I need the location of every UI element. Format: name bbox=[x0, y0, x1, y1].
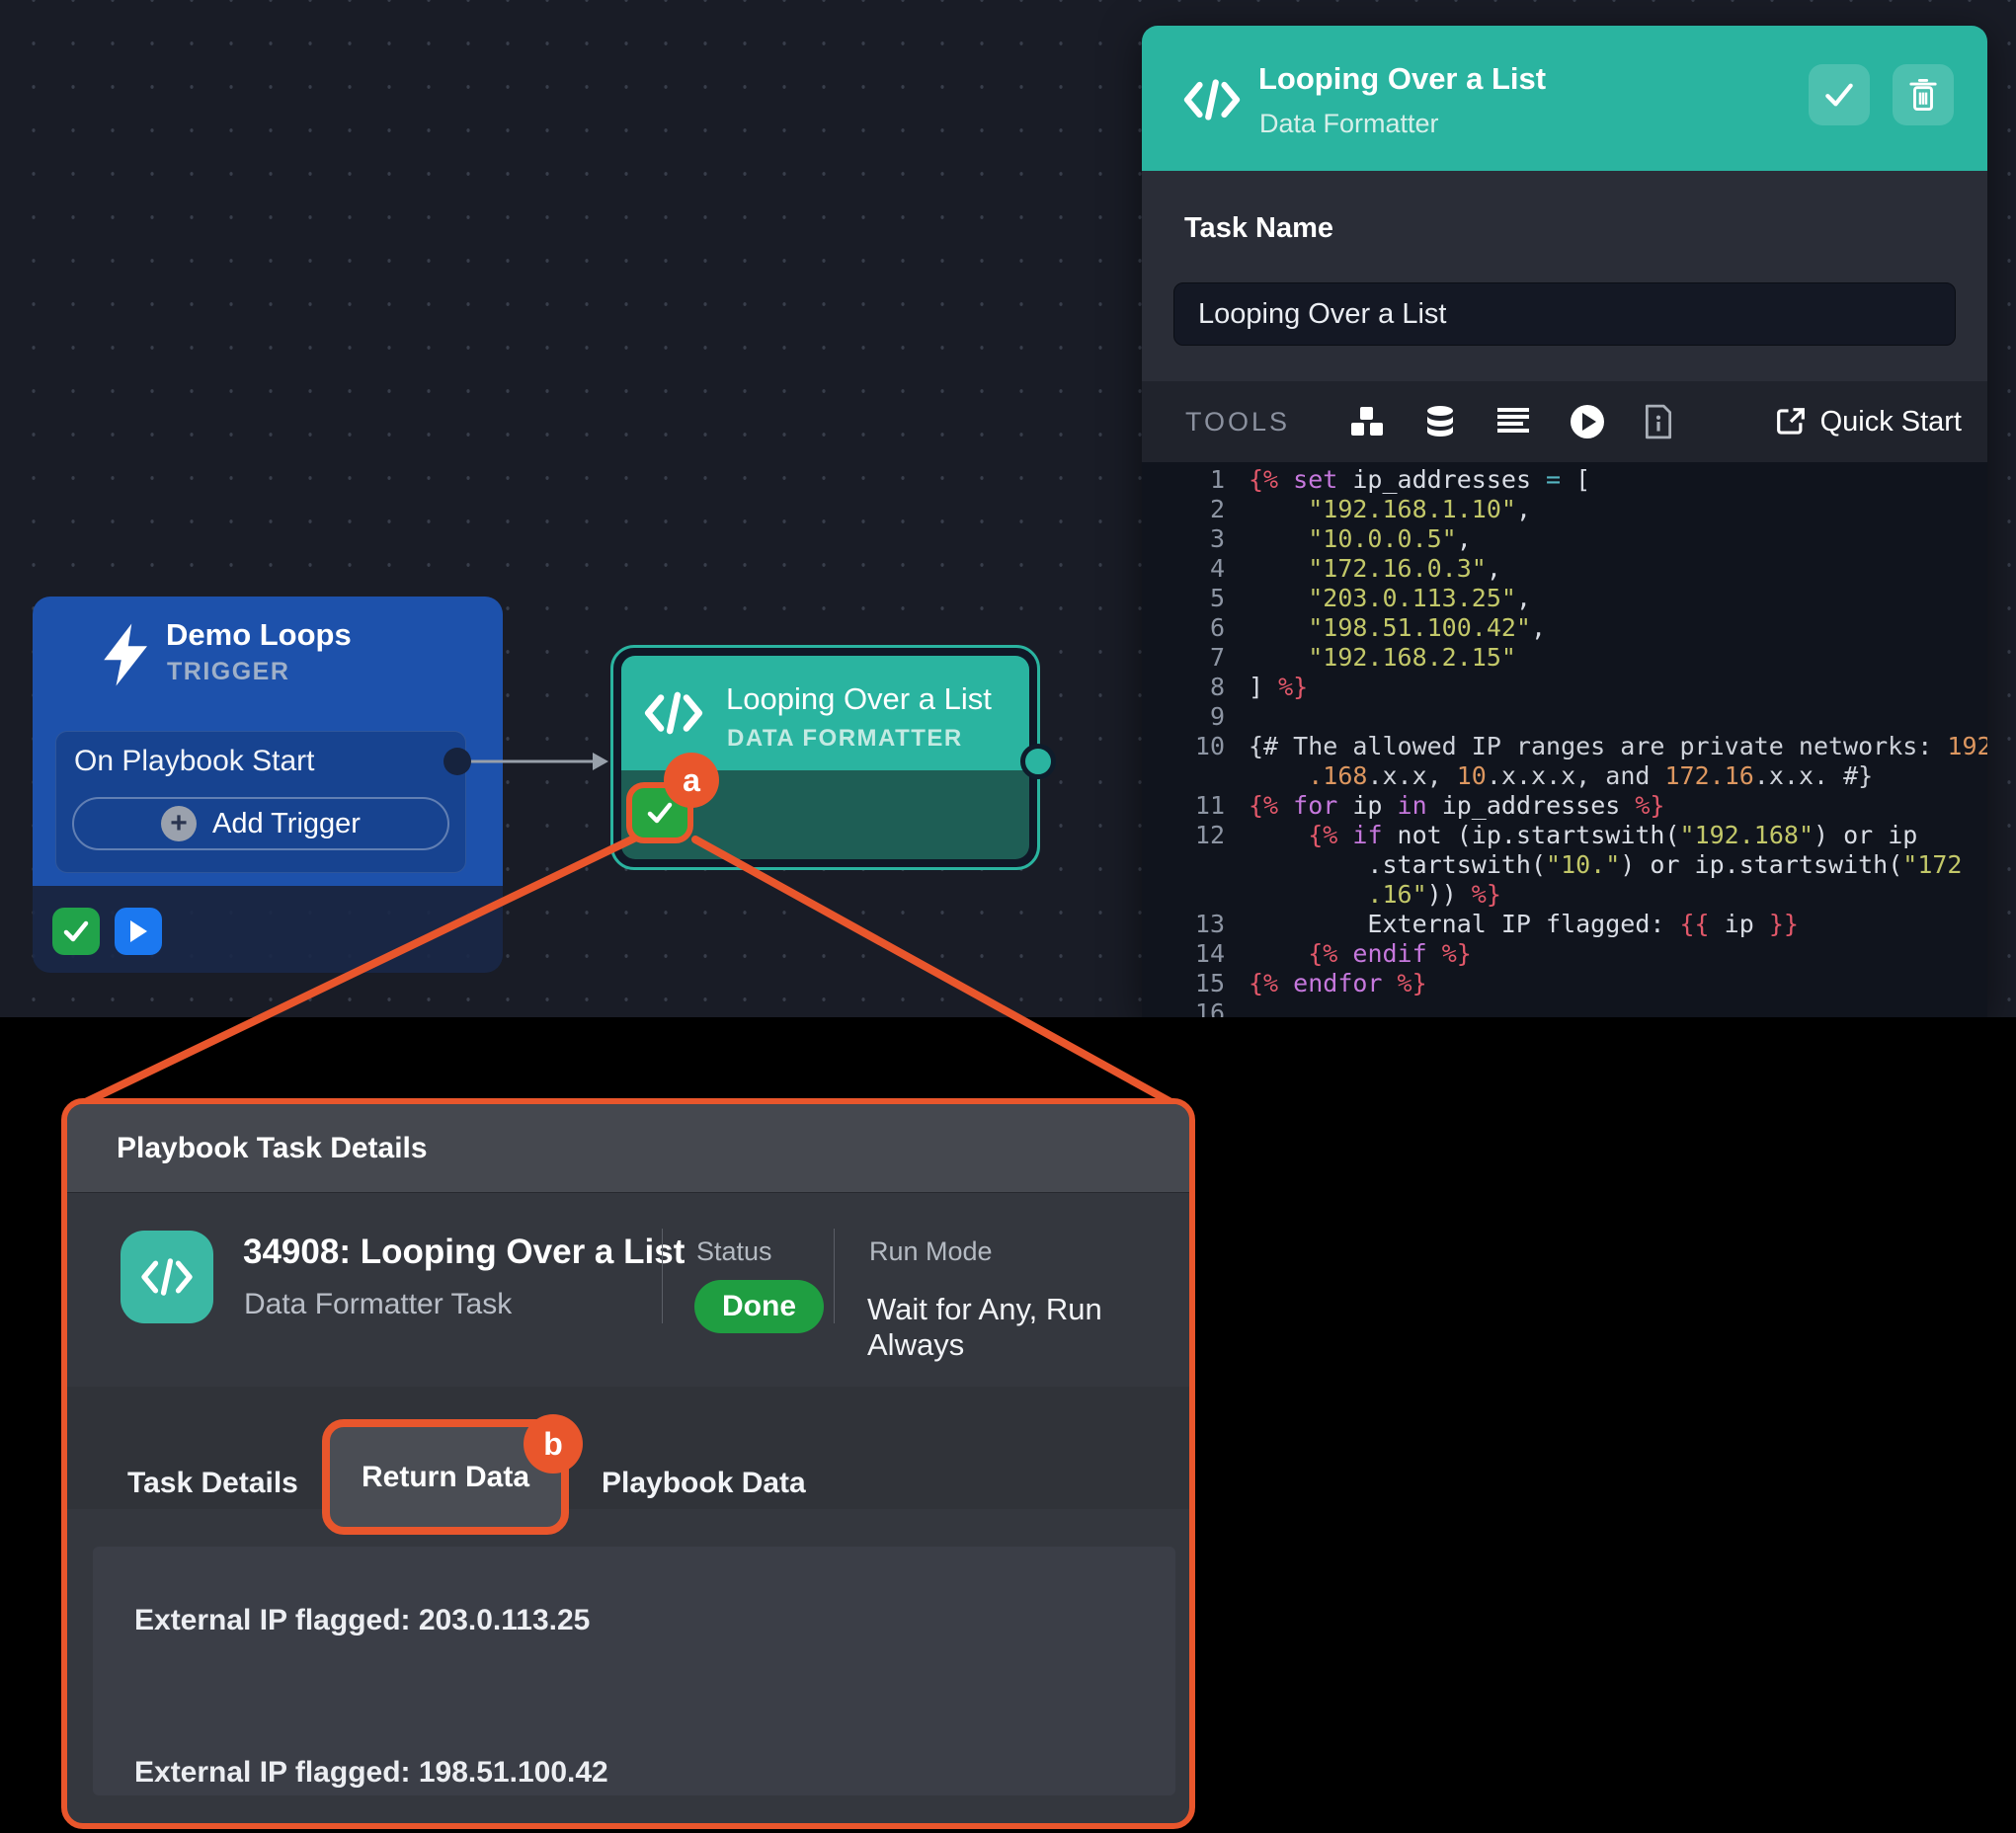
add-trigger-button[interactable]: + Add Trigger bbox=[72, 797, 449, 850]
return-data-line: External IP flagged: 203.0.113.25 bbox=[134, 1604, 590, 1637]
task-type-icon bbox=[121, 1231, 213, 1323]
tab-task-details[interactable]: Task Details bbox=[127, 1467, 298, 1500]
trigger-item-label: On Playbook Start bbox=[74, 745, 314, 778]
play-circle-icon bbox=[1569, 403, 1606, 440]
panel-header: Looping Over a List Data Formatter bbox=[1142, 26, 1987, 171]
code-row: .16")) %} bbox=[1142, 880, 1987, 910]
task-name-label: Task Name bbox=[1184, 212, 1333, 245]
code-row: 1{% set ip_addresses = [ bbox=[1142, 465, 1987, 495]
run-mode-label: Run Mode bbox=[869, 1236, 993, 1267]
tools-label: TOOLS bbox=[1185, 407, 1290, 438]
info-file-icon bbox=[1644, 404, 1673, 439]
save-task-button[interactable] bbox=[1809, 64, 1870, 125]
tools-toolbar: TOOLS bbox=[1142, 381, 1987, 462]
code-row: 2 "192.168.1.10", bbox=[1142, 495, 1987, 524]
code-row: .startswith("10.") or ip.startswith("172 bbox=[1142, 850, 1987, 880]
task-name-section: Task Name bbox=[1142, 171, 1987, 381]
trash-icon bbox=[1908, 78, 1938, 112]
run-mode-value: Wait for Any, Run Always bbox=[867, 1292, 1189, 1363]
plus-icon: + bbox=[161, 806, 197, 841]
code-row: 9 bbox=[1142, 702, 1987, 732]
status-badge: Done bbox=[694, 1280, 824, 1333]
trigger-run-button[interactable] bbox=[115, 908, 162, 955]
code-row: .168.x.x, 10.x.x.x, and 172.16.x.x. #} bbox=[1142, 761, 1987, 791]
modal-header: Playbook Task Details bbox=[67, 1104, 1189, 1193]
trigger-node[interactable]: Demo Loops TRIGGER On Playbook Start + A… bbox=[33, 597, 503, 973]
code-row: 7 "192.168.2.15" bbox=[1142, 643, 1987, 673]
code-row: 6 "198.51.100.42", bbox=[1142, 613, 1987, 643]
modal-title: Playbook Task Details bbox=[117, 1132, 428, 1165]
blocks-tool-button[interactable] bbox=[1349, 405, 1385, 438]
trigger-item-card[interactable]: On Playbook Start + Add Trigger bbox=[55, 731, 466, 873]
database-icon bbox=[1422, 404, 1458, 439]
status-label: Status bbox=[696, 1236, 772, 1267]
delete-task-button[interactable] bbox=[1893, 64, 1954, 125]
panel-title: Looping Over a List bbox=[1258, 61, 1546, 97]
code-icon bbox=[643, 687, 704, 739]
modal-task-title: 34908: Looping Over a List bbox=[243, 1233, 685, 1272]
external-link-icon bbox=[1775, 406, 1807, 438]
modal-task-subtitle: Data Formatter Task bbox=[244, 1288, 512, 1321]
datastore-tool-button[interactable] bbox=[1422, 404, 1458, 439]
code-rows: 1{% set ip_addresses = [2 "192.168.1.10"… bbox=[1142, 465, 1987, 1017]
code-icon bbox=[139, 1254, 195, 1300]
divider bbox=[662, 1229, 663, 1323]
code-icon bbox=[1181, 75, 1243, 124]
quick-start-button[interactable]: Quick Start bbox=[1775, 406, 1962, 438]
task-config-panel: Looping Over a List Data Formatter T bbox=[1142, 26, 1987, 1017]
logs-tool-button[interactable] bbox=[1495, 406, 1531, 438]
code-row: 15{% endfor %} bbox=[1142, 969, 1987, 998]
check-icon bbox=[62, 919, 90, 943]
info-file-tool-button[interactable] bbox=[1644, 404, 1673, 439]
trigger-success-button[interactable] bbox=[52, 908, 100, 955]
code-row: 14 {% endif %} bbox=[1142, 939, 1987, 969]
code-row: 16 bbox=[1142, 998, 1987, 1017]
task-output-port[interactable] bbox=[1020, 744, 1056, 779]
return-data-line: External IP flagged: 198.51.100.42 bbox=[134, 1756, 608, 1790]
trigger-node-title: Demo Loops bbox=[166, 617, 352, 653]
play-icon bbox=[127, 918, 149, 944]
trigger-node-body[interactable]: Demo Loops TRIGGER On Playbook Start + A… bbox=[33, 597, 503, 886]
code-row: 8] %} bbox=[1142, 673, 1987, 702]
playbook-task-details-modal: Playbook Task Details 34908: Looping Ove… bbox=[61, 1098, 1195, 1829]
code-row: 5 "203.0.113.25", bbox=[1142, 584, 1987, 613]
code-row: 12 {% if not (ip.startswith("192.168") o… bbox=[1142, 821, 1987, 850]
trigger-node-footer bbox=[33, 886, 503, 973]
annotation-a-badge: a bbox=[664, 753, 719, 808]
panel-subtitle: Data Formatter bbox=[1259, 109, 1439, 139]
run-tool-button[interactable] bbox=[1569, 403, 1606, 440]
code-row: 10{# The allowed IP ranges are private n… bbox=[1142, 732, 1987, 761]
playbook-editor-page: Demo Loops TRIGGER On Playbook Start + A… bbox=[0, 0, 2016, 1833]
divider bbox=[834, 1229, 835, 1323]
code-row: 11{% for ip in ip_addresses %} bbox=[1142, 791, 1987, 821]
return-data-panel: External IP flagged: 203.0.113.25 Extern… bbox=[93, 1547, 1175, 1795]
tab-playbook-data[interactable]: Playbook Data bbox=[602, 1467, 806, 1500]
lines-icon bbox=[1495, 406, 1531, 438]
code-row: 13 External IP flagged: {{ ip }} bbox=[1142, 910, 1987, 939]
blocks-icon bbox=[1349, 405, 1385, 438]
code-row: 3 "10.0.0.5", bbox=[1142, 524, 1987, 554]
edge-arrowhead bbox=[593, 753, 608, 770]
quick-start-label: Quick Start bbox=[1820, 406, 1962, 438]
add-trigger-label: Add Trigger bbox=[212, 808, 361, 840]
check-icon bbox=[1822, 81, 1856, 109]
code-editor[interactable]: 1{% set ip_addresses = [2 "192.168.1.10"… bbox=[1142, 462, 1987, 1017]
task-node-title: Looping Over a List bbox=[726, 681, 992, 717]
check-icon bbox=[645, 801, 675, 825]
annotation-b-badge: b bbox=[524, 1414, 583, 1474]
task-name-input[interactable] bbox=[1173, 282, 1956, 346]
lightning-icon bbox=[88, 620, 165, 689]
trigger-node-type: TRIGGER bbox=[167, 658, 289, 686]
task-node-type: DATA FORMATTER bbox=[727, 725, 963, 753]
code-row: 4 "172.16.0.3", bbox=[1142, 554, 1987, 584]
